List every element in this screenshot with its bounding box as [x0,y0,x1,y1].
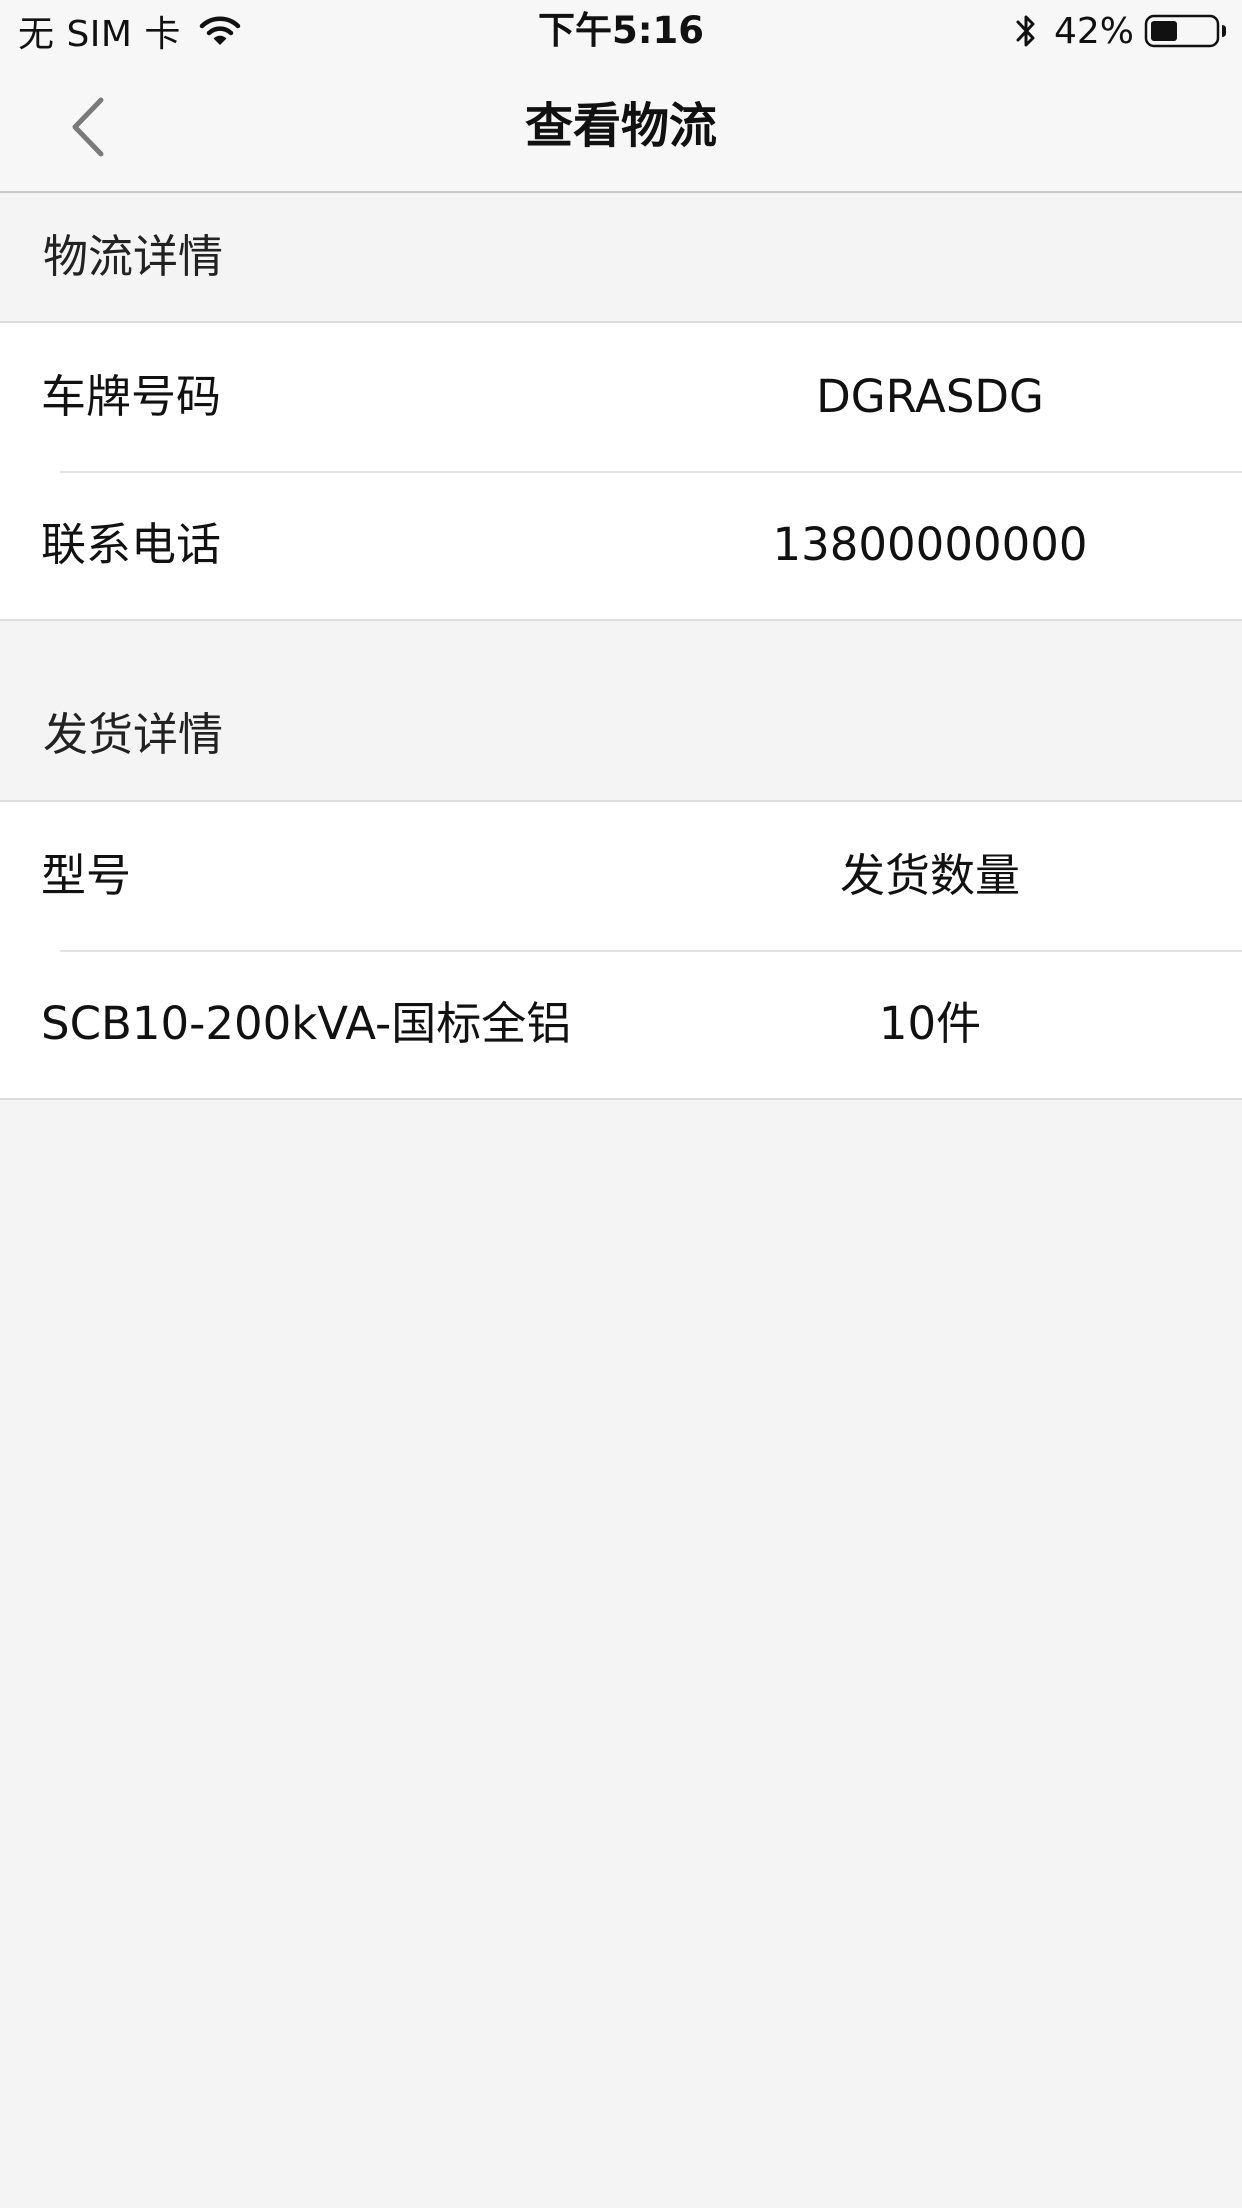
shipment-item-row: SCB10-200kVA-国标全铝 10件 [0,950,1242,1098]
contact-phone-label: 联系电话 [41,518,222,571]
plate-number-value: DGRASDG [816,370,1044,423]
item-quantity: 10件 [878,997,982,1050]
status-bar: 无 SIM 卡 下午5:16 42% [0,0,1242,62]
contact-phone-value[interactable]: 13800000000 [680,471,1180,619]
model-column-header: 型号 [41,849,132,902]
bluetooth-icon [1016,15,1035,47]
shipment-list: 型号 发货数量 SCB10-200kVA-国标全铝 10件 [0,800,1242,1100]
logistics-section-header: 物流详情 [0,193,1242,321]
quantity-column-header: 发货数量 [839,849,1020,902]
shipment-column-header-row: 型号 发货数量 [0,802,1242,950]
plate-number-label: 车牌号码 [41,370,222,423]
item-model: SCB10-200kVA-国标全铝 [41,997,572,1050]
page-title: 查看物流 [524,98,717,154]
plate-number-row: 车牌号码 DGRASDG [0,323,1242,471]
logistics-list: 车牌号码 DGRASDG 联系电话 13800000000 [0,321,1242,621]
battery-percent: 42% [1053,10,1134,52]
battery-icon [1144,14,1226,48]
shipment-section-header: 发货详情 [0,670,1242,800]
status-bar-right: 42% [1014,8,1228,54]
contact-phone-row: 联系电话 13800000000 [0,471,1242,619]
nav-bar: 查看物流 [0,62,1242,193]
